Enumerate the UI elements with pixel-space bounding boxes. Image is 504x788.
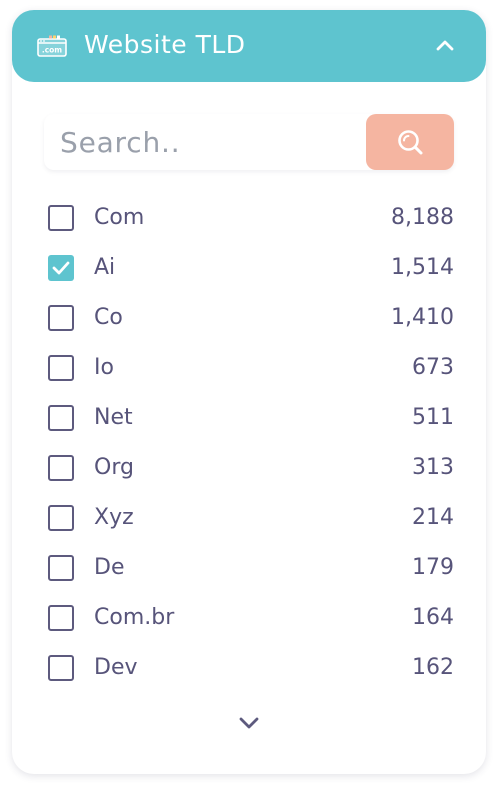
option-count: 179 (412, 555, 454, 580)
chevron-down-icon[interactable] (237, 715, 261, 731)
checkbox[interactable] (48, 455, 74, 481)
filter-option-com[interactable]: Com 8,188 (48, 200, 454, 236)
option-label: Dev (94, 655, 138, 680)
filter-title: Website TLD (84, 30, 246, 59)
checkmark-icon (52, 261, 70, 275)
option-count: 673 (412, 355, 454, 380)
filter-option-net[interactable]: Net 511 (48, 400, 454, 436)
option-label: De (94, 555, 125, 580)
option-label: Ai (94, 255, 116, 280)
checkbox[interactable] (48, 605, 74, 631)
filter-option-de[interactable]: De 179 (48, 550, 454, 586)
com-domain-icon: .com (37, 35, 67, 57)
checkbox[interactable] (48, 505, 74, 531)
option-count: 1,514 (391, 255, 454, 280)
option-label: Com (94, 205, 145, 230)
option-label: Net (94, 405, 133, 430)
checkbox[interactable] (48, 555, 74, 581)
option-label: Org (94, 455, 134, 480)
checkbox[interactable] (48, 655, 74, 681)
filter-option-io[interactable]: Io 673 (48, 350, 454, 386)
checkbox[interactable] (48, 205, 74, 231)
search-icon (398, 130, 423, 155)
checkbox[interactable] (48, 405, 74, 431)
option-label: Com.br (94, 605, 175, 630)
search-input[interactable] (44, 114, 362, 170)
option-label: Io (94, 355, 114, 380)
option-count: 214 (412, 505, 454, 530)
filter-option-ai[interactable]: Ai 1,514 (48, 250, 454, 286)
option-count: 1,410 (391, 305, 454, 330)
checkbox[interactable] (48, 305, 74, 331)
option-count: 313 (412, 455, 454, 480)
com-icon-text: .com (42, 46, 62, 55)
option-count: 8,188 (391, 205, 454, 230)
filter-header[interactable]: .com Website TLD (12, 10, 486, 82)
option-count: 162 (412, 655, 454, 680)
option-count: 164 (412, 605, 454, 630)
filter-option-xyz[interactable]: Xyz 214 (48, 500, 454, 536)
checkbox[interactable] (48, 255, 74, 281)
option-label: Xyz (94, 505, 134, 530)
chevron-up-icon[interactable] (435, 38, 455, 52)
option-label: Co (94, 305, 123, 330)
search-button[interactable] (366, 114, 454, 170)
filter-option-com-br[interactable]: Com.br 164 (48, 600, 454, 636)
tld-filter-card: .com Website TLD Com 8,188 Ai 1,514 Co 1,410 I… (12, 10, 486, 774)
filter-option-co[interactable]: Co 1,410 (48, 300, 454, 336)
option-count: 511 (412, 405, 454, 430)
filter-option-org[interactable]: Org 313 (48, 450, 454, 486)
filter-option-dev[interactable]: Dev 162 (48, 650, 454, 686)
checkbox[interactable] (48, 355, 74, 381)
search-box (44, 114, 454, 170)
